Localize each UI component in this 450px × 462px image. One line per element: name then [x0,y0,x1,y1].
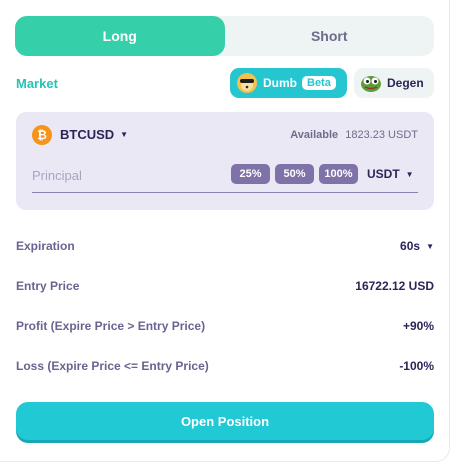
dumb-mode-button[interactable]: Dumb Beta [230,68,347,98]
currency-select[interactable]: USDT ▼ [367,167,414,181]
expiration-value: 60s [400,239,421,253]
entry-price-label: Entry Price [16,279,80,293]
available-value: 1823.23 USDT [345,129,418,141]
entry-price-value: 16722.12 USD [355,279,434,293]
entry-price-row: Entry Price 16722.12 USD [16,276,434,296]
pepe-icon [361,76,381,92]
degen-mode-label: Degen [387,76,424,90]
expiration-label: Expiration [16,239,75,253]
loss-value: -100% [399,359,434,373]
input-underline [32,192,418,193]
market-label: Market [16,76,58,91]
profit-value: +90% [402,319,434,333]
tab-short[interactable]: Short [225,16,435,56]
chevron-down-icon: ▼ [120,130,129,139]
principal-input[interactable] [32,164,222,186]
bitcoin-icon: ₿ [32,125,52,145]
chevron-down-icon: ▼ [405,169,414,179]
available-label: Available [290,129,339,141]
tab-long[interactable]: Long [15,16,225,56]
percent-50-button[interactable]: 50% [275,164,314,184]
expiration-row: Expiration 60s ▼ [16,236,434,256]
available-balance: Available 1823.23 USDT [290,129,418,141]
profit-label: Profit (Expire Price > Entry Price) [16,319,206,333]
profit-row: Profit (Expire Price > Entry Price) +90% [16,316,434,336]
expiration-select[interactable]: 60s ▼ [400,239,434,253]
pair-label: BTCUSD [60,127,115,142]
open-position-button[interactable]: Open Position [16,402,434,440]
direction-tabs: Long Short [15,16,434,56]
currency-label: USDT [367,167,400,181]
dumb-mode-label: Dumb [263,76,297,90]
doge-icon [237,73,257,93]
percent-100-button[interactable]: 100% [319,164,358,184]
order-input-panel: ₿ BTCUSD ▼ Available 1823.23 USDT 25% 50… [16,112,434,210]
chevron-down-icon: ▼ [426,241,434,251]
beta-badge: Beta [302,76,336,90]
trade-card: Long Short Market Dumb Beta Degen ₿ BTCU… [0,0,450,462]
degen-mode-button[interactable]: Degen [354,68,434,98]
pair-select[interactable]: BTCUSD ▼ [60,127,128,142]
loss-row: Loss (Expire Price <= Entry Price) -100% [16,356,434,376]
percent-25-button[interactable]: 25% [231,164,270,184]
loss-label: Loss (Expire Price <= Entry Price) [16,359,209,373]
